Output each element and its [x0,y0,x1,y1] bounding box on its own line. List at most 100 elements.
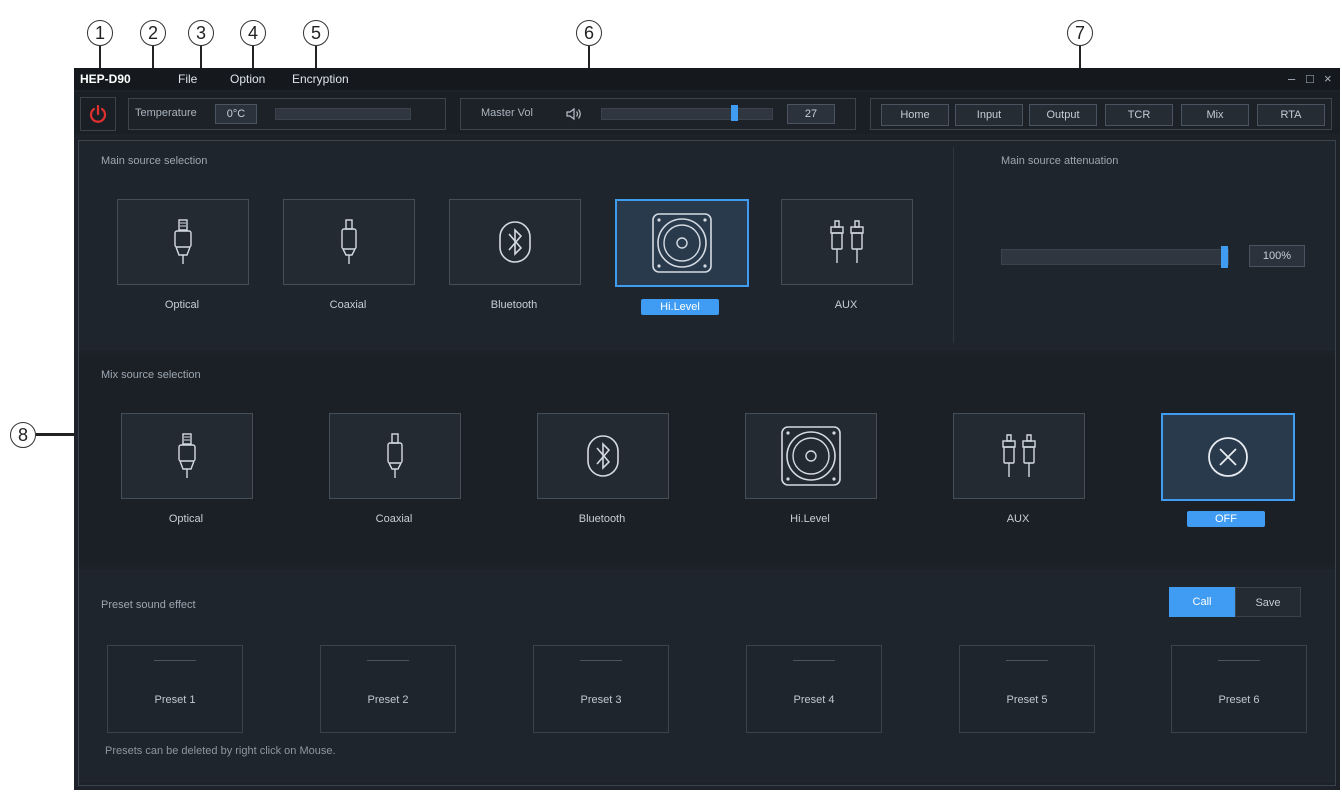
optical-connector-icon [178,433,196,478]
mix-source-hilevel[interactable] [745,413,877,499]
attenuation-value[interactable]: 100% [1249,245,1305,267]
callout-6: 6 [576,20,602,46]
tab-rta[interactable]: RTA [1257,104,1325,126]
tab-home[interactable]: Home [881,104,949,126]
bluetooth-icon [499,221,531,263]
mix-source-off[interactable] [1161,413,1295,501]
title-bar: HEP-D90 File Option Encryption – □ × [74,68,1340,90]
preset-2[interactable]: Preset 2 [320,645,456,733]
toolbar: Temperature 0°C Master Vol 27 Home Input… [74,92,1340,134]
mix-source-title: Mix source selection [101,369,201,381]
callout-5: 5 [303,20,329,46]
nav-group: Home Input Output TCR Mix RTA [870,98,1332,130]
temperature-label: Temperature [135,107,197,119]
main-source-hilevel-label: Hi.Level [641,299,719,315]
attenuation-slider[interactable] [1001,246,1229,268]
mix-source-off-label: OFF [1187,511,1265,527]
main-source-section: Main source selection Optical Coaxial Bl… [79,141,1335,351]
menu-file[interactable]: File [178,72,197,86]
preset-name: Preset 3 [580,694,622,706]
preset-bar [580,660,622,661]
preset-name: Preset 5 [1006,694,1048,706]
minimize-button[interactable]: – [1288,71,1295,86]
master-volume-group: Master Vol 27 [460,98,856,130]
master-volume-slider[interactable] [601,105,773,121]
call-button[interactable]: Call [1169,587,1235,617]
tab-input[interactable]: Input [955,104,1023,126]
menu-encryption[interactable]: Encryption [292,72,349,86]
preset-delete-hint: Presets can be deleted by right click on… [105,745,336,757]
rca-connector-icon [830,220,864,263]
mix-source-aux[interactable] [953,413,1085,499]
close-button[interactable]: × [1324,71,1332,86]
mix-source-section: Mix source selection Optical Coaxial Blu… [79,355,1335,565]
preset-bar [1006,660,1048,661]
tab-mix[interactable]: Mix [1181,104,1249,126]
preset-1[interactable]: Preset 1 [107,645,243,733]
preset-title: Preset sound effect [101,599,196,611]
callout-7: 7 [1067,20,1093,46]
main-source-optical[interactable] [117,199,249,285]
attenuation-title: Main source attenuation [1001,155,1119,167]
home-content: Main source selection Optical Coaxial Bl… [78,140,1336,786]
mix-source-bluetooth-label: Bluetooth [578,513,626,525]
preset-bar [1218,660,1260,661]
speaker-driver-icon [652,213,712,273]
menu-option[interactable]: Option [230,72,265,86]
preset-name: Preset 6 [1218,694,1260,706]
main-source-coaxial[interactable] [283,199,415,285]
preset-bar [154,660,196,661]
preset-4[interactable]: Preset 4 [746,645,882,733]
mix-source-optical-label: Optical [168,513,204,525]
power-icon [89,104,107,123]
preset-bar [367,660,409,661]
preset-name: Preset 4 [793,694,835,706]
coaxial-connector-icon [387,433,403,478]
optical-connector-icon [174,219,192,264]
tab-output[interactable]: Output [1029,104,1097,126]
app-title: HEP-D90 [80,72,131,86]
main-source-bluetooth-label: Bluetooth [490,299,538,311]
temperature-bar [275,108,411,120]
callout-1: 1 [87,20,113,46]
callout-2: 2 [140,20,166,46]
mix-source-bluetooth[interactable] [537,413,669,499]
preset-6[interactable]: Preset 6 [1171,645,1307,733]
save-button[interactable]: Save [1235,587,1301,617]
main-source-coaxial-label: Coaxial [329,299,367,311]
attenuation-thumb[interactable] [1221,246,1228,268]
main-source-hilevel[interactable] [615,199,749,287]
rca-connector-icon [1002,434,1036,477]
mix-source-coaxial[interactable] [329,413,461,499]
power-button[interactable] [80,97,116,131]
callout-4: 4 [240,20,266,46]
preset-3[interactable]: Preset 3 [533,645,669,733]
main-source-aux[interactable] [781,199,913,285]
master-vol-label: Master Vol [481,107,533,119]
section-divider [953,147,954,343]
preset-name: Preset 2 [367,694,409,706]
preset-name: Preset 1 [154,694,196,706]
preset-5[interactable]: Preset 5 [959,645,1095,733]
callout-8: 8 [10,422,36,448]
close-circle-icon [1208,437,1248,477]
master-volume-thumb[interactable] [731,105,738,121]
master-vol-value[interactable]: 27 [787,104,835,124]
mix-source-hilevel-label: Hi.Level [790,513,830,525]
tab-tcr[interactable]: TCR [1105,104,1173,126]
mix-source-aux-label: AUX [1006,513,1030,525]
main-source-optical-label: Optical [164,299,200,311]
app-window: HEP-D90 File Option Encryption – □ × Tem… [74,68,1340,790]
preset-bar [793,660,835,661]
preset-section: Preset sound effect Call Save Preset 1 P… [79,569,1335,783]
temperature-value: 0°C [215,104,257,124]
temperature-group: Temperature 0°C [128,98,446,130]
speaker-icon[interactable] [565,106,583,122]
callout-3: 3 [188,20,214,46]
main-source-title: Main source selection [101,155,208,167]
maximize-button[interactable]: □ [1306,71,1314,86]
mix-source-optical[interactable] [121,413,253,499]
coaxial-connector-icon [341,219,357,264]
speaker-driver-icon [781,426,841,486]
main-source-bluetooth[interactable] [449,199,581,285]
